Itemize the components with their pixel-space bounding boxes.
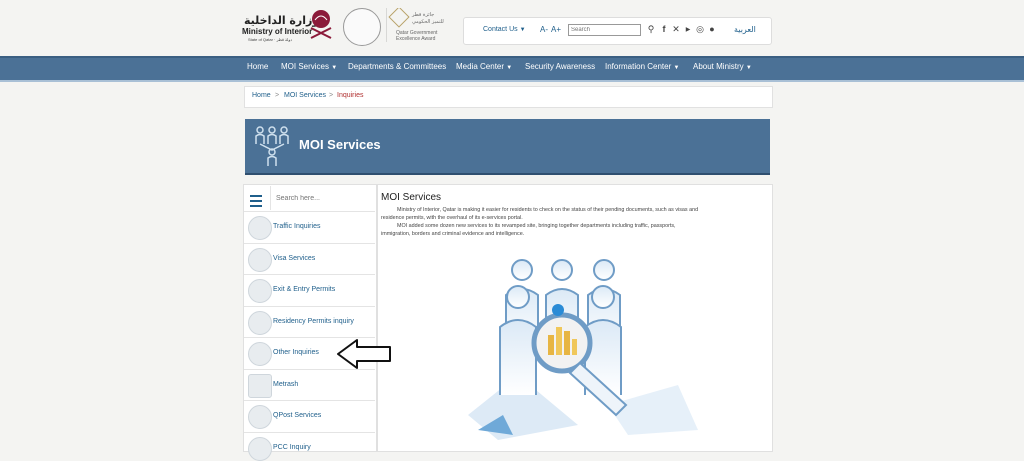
nav-item-about-ministry[interactable]: About Ministry ▼: [693, 62, 752, 71]
nav-item-media-center[interactable]: Media Center ▼: [456, 62, 512, 71]
qatar-emblem-icon[interactable]: [307, 8, 335, 40]
sidebar-item-label: Traffic Inquiries: [273, 223, 321, 230]
chevron-down-icon: ▼: [519, 27, 526, 33]
nav-item-moi-services[interactable]: MOI Services ▼: [281, 62, 337, 71]
info-icon: [248, 342, 272, 366]
instagram-icon[interactable]: ◎: [695, 24, 705, 35]
x-twitter-icon[interactable]: ✕: [671, 24, 681, 35]
award-text: Qatar Government Excellence Award: [396, 30, 438, 42]
nav-item-label: MOI Services: [281, 62, 330, 71]
certificate-icon: [248, 437, 272, 461]
search-icon[interactable]: ⚲: [646, 24, 656, 35]
sidebar-item-visa-services[interactable]: Visa Services: [244, 243, 375, 275]
id-card-icon: [248, 311, 272, 335]
sidebar-item-label: Visa Services: [273, 255, 316, 262]
sidebar-item-residency-permits[interactable]: Residency Permits inquiry: [244, 306, 375, 338]
content-paragraph-1-line-1: Ministry of Interior, Qatar is making it…: [397, 207, 699, 213]
logo-subtitle: State of Qatar · دولة قطر: [248, 37, 293, 42]
content-paragraph-1-line-2: residence permits, with the overhaul of …: [381, 215, 523, 221]
svg-text:جائزة قطر: جائزة قطر: [411, 12, 434, 18]
nav-item-departments[interactable]: Departments & Committees: [348, 62, 446, 71]
sidebar-item-label: QPost Services: [273, 412, 322, 419]
sidebar-item-metrash[interactable]: Metrash: [244, 369, 375, 401]
phone-icon: [248, 374, 272, 398]
header-search-input[interactable]: [568, 24, 641, 36]
sidebar-item-pcc-inquiry[interactable]: PCC Inquiry: [244, 432, 375, 461]
chevron-down-icon: ▼: [745, 65, 752, 71]
chevron-down-icon: ▼: [506, 65, 513, 71]
sidebar-item-traffic-inquiries[interactable]: Traffic Inquiries: [244, 211, 375, 243]
sidebar-item-qpost-services[interactable]: QPost Services: [244, 400, 375, 432]
logo-english-text: Ministry of Interior: [242, 27, 313, 36]
hamburger-menu-icon[interactable]: [250, 195, 262, 210]
breadcrumb-moi-services-link[interactable]: MOI Services: [284, 92, 326, 99]
sidebar-item-label: Metrash: [273, 381, 299, 388]
people-network-icon: [255, 126, 289, 166]
sidebar-search-input[interactable]: [270, 186, 374, 210]
sidebar-item-exit-entry-permits[interactable]: Exit & Entry Permits: [244, 274, 375, 306]
breadcrumb-current: Inquiries: [337, 92, 364, 99]
chevron-down-icon: ▼: [331, 65, 338, 71]
passport-icon: [248, 248, 272, 272]
contact-us-label: Contact Us: [483, 26, 518, 33]
youtube-icon[interactable]: ▶: [683, 26, 693, 33]
nav-item-label: Information Center: [605, 62, 672, 71]
people-search-illustration: [468, 259, 698, 440]
content-title: MOI Services: [381, 192, 442, 203]
breadcrumb-separator: >: [275, 92, 280, 99]
nav-item-home[interactable]: Home: [247, 62, 268, 71]
traffic-light-icon: [248, 216, 272, 240]
nav-item-label: Media Center: [456, 62, 505, 71]
content-paragraph-2-line-2: immigration, borders and criminal eviden…: [381, 231, 525, 237]
content-paragraph-2-line-1: MOI added some dozen new services to its…: [397, 223, 676, 229]
chevron-down-icon: ▼: [673, 65, 680, 71]
snapchat-icon[interactable]: ●: [707, 24, 717, 34]
plane-icon: [248, 279, 272, 303]
nav-item-label: About Ministry: [693, 62, 744, 71]
font-increase-button[interactable]: A+: [551, 25, 561, 34]
font-decrease-button[interactable]: A-: [540, 25, 548, 34]
language-switch-link[interactable]: العربية: [734, 25, 756, 34]
sidebar-item-label: Other Inquiries: [273, 349, 319, 356]
award-seal-icon: [343, 8, 381, 46]
page-title: MOI Services: [299, 137, 381, 152]
breadcrumb-separator: >: [329, 92, 334, 99]
nav-item-security-awareness[interactable]: Security Awareness: [525, 62, 595, 71]
sidebar-item-label: Exit & Entry Permits: [273, 286, 336, 293]
mail-icon: [248, 405, 272, 429]
facebook-icon[interactable]: f: [659, 24, 669, 34]
breadcrumb-home-link[interactable]: Home: [252, 92, 271, 99]
nav-item-information-center[interactable]: Information Center ▼: [605, 62, 679, 71]
sidebar-item-label: Residency Permits inquiry: [273, 318, 354, 325]
svg-text:للتميز الحكومي: للتميز الحكومي: [412, 19, 444, 25]
contact-us-link[interactable]: Contact Us ▼: [483, 26, 526, 33]
pointer-arrow-icon: [337, 339, 391, 369]
